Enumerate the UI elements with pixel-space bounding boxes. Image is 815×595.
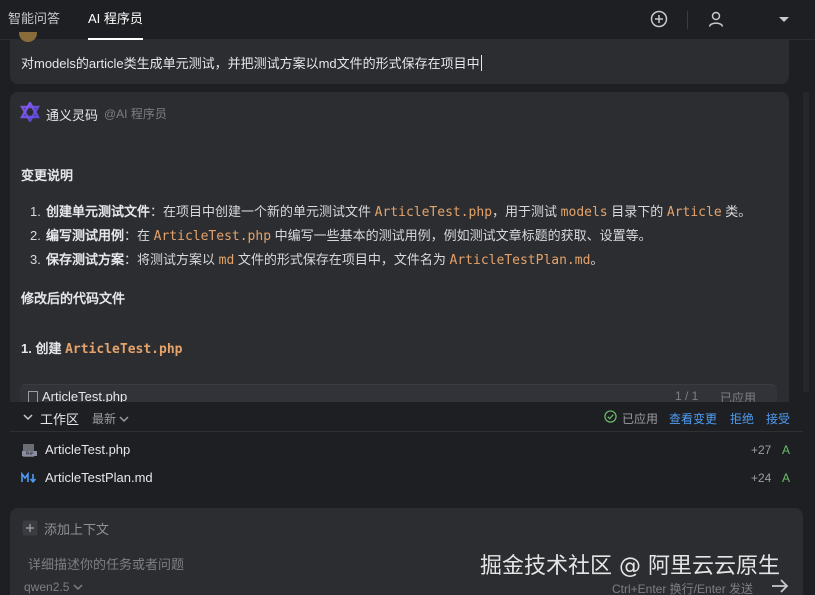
code-file-applied: 已应用 xyxy=(720,391,757,402)
watermark: 掘金技术社区 @ 阿里云云原生 xyxy=(480,554,780,579)
svg-text:PHP: PHP xyxy=(26,451,34,456)
reject-button[interactable]: 拒绝 xyxy=(730,410,754,427)
php-file-icon: PHP xyxy=(22,444,37,457)
toolbar-divider xyxy=(687,11,688,29)
workspace-header: 工作区 最新 已应用 查看变更 拒绝 接受 xyxy=(10,402,803,432)
user-message-bubble: 对models的article类生成单元测试，并把测试方案以md文件的形式保存在… xyxy=(10,40,789,84)
change-list: 1. 创建单元测试文件：在项目中创建一个新的单元测试文件 ArticleTest.… xyxy=(30,200,751,272)
assistant-role: @AI 程序员 xyxy=(104,107,167,121)
section-title-modified-files: 修改后的代码文件 xyxy=(21,291,126,306)
view-changes-button[interactable]: 查看变更 xyxy=(669,410,717,427)
assistant-answer-card: 通义灵码 @AI 程序员 变更说明 1. 创建单元测试文件：在项目中创建一个新的单… xyxy=(10,92,789,402)
file-icon xyxy=(28,391,38,402)
workspace-applied-status: 已应用 xyxy=(622,412,659,426)
workspace-panel: 工作区 最新 已应用 查看变更 拒绝 接受 PHP ArticleTest.ph… xyxy=(10,402,803,495)
send-arrow-icon[interactable] xyxy=(770,578,790,594)
tab-ai-programmer[interactable]: AI 程序员 xyxy=(88,0,143,40)
workspace-file-name: ArticleTestPlan.md xyxy=(45,470,153,485)
task-input-placeholder[interactable]: 详细描述你的任务或者问题 xyxy=(28,554,184,573)
workspace-file-row[interactable]: ArticleTestPlan.md +24 A xyxy=(10,464,803,492)
workspace-file-row[interactable]: PHP ArticleTest.php +27 A xyxy=(10,436,803,464)
applied-check-icon xyxy=(604,410,617,423)
assistant-name: 通义灵码 xyxy=(46,108,99,123)
workspace-file-status: A xyxy=(782,443,791,457)
workspace-file-delta: +27 xyxy=(751,443,772,457)
tongyi-lingma-logo-icon xyxy=(20,102,40,122)
code-file-page: 1 / 1 xyxy=(675,389,699,402)
model-selector[interactable]: qwen2.5 xyxy=(24,580,83,594)
text-caret xyxy=(480,55,482,71)
chevron-down-icon[interactable] xyxy=(774,9,794,29)
step-heading: 1. 创建 ArticleTest.php xyxy=(21,341,183,357)
plus-icon xyxy=(22,520,38,536)
markdown-file-icon xyxy=(21,472,37,484)
collapse-chevron-icon[interactable] xyxy=(22,412,34,422)
list-item: 2. 编写测试用例：在 ArticleTest.php 中编写一些基本的测试用例，… xyxy=(30,228,652,244)
list-item: 3. 保存测试方案：将测试方案以 md 文件的形式保存在项目中，文件名为 Arti… xyxy=(30,252,604,268)
list-item: 1. 创建单元测试文件：在项目中创建一个新的单元测试文件 ArticleTest.… xyxy=(30,204,752,220)
user-account-icon[interactable] xyxy=(706,9,726,29)
workspace-filter-dropdown[interactable]: 最新 xyxy=(92,410,129,427)
user-message-text: 对models的article类生成单元测试，并把测试方案以md文件的形式保存在… xyxy=(21,55,482,71)
add-context-label: 添加上下文 xyxy=(44,522,110,537)
workspace-file-status: A xyxy=(782,471,791,485)
workspace-title: 工作区 xyxy=(40,412,80,427)
send-hint: Ctrl+Enter 换行/Enter 发送 xyxy=(612,582,754,595)
code-file-name: ArticleTest.php xyxy=(42,389,128,402)
workspace-file-name: ArticleTest.php xyxy=(45,442,131,457)
top-bar: 智能问答 AI 程序员 xyxy=(0,0,815,40)
workspace-file-delta: +24 xyxy=(751,471,772,485)
add-session-icon[interactable] xyxy=(649,9,669,29)
scrollbar[interactable] xyxy=(803,92,809,392)
chevron-down-icon xyxy=(73,584,83,591)
accept-button[interactable]: 接受 xyxy=(766,410,790,427)
code-file-header[interactable]: ArticleTest.php 1 / 1 已应用 xyxy=(20,384,777,402)
chevron-down-icon xyxy=(119,416,129,423)
section-title-changes: 变更说明 xyxy=(21,168,74,183)
